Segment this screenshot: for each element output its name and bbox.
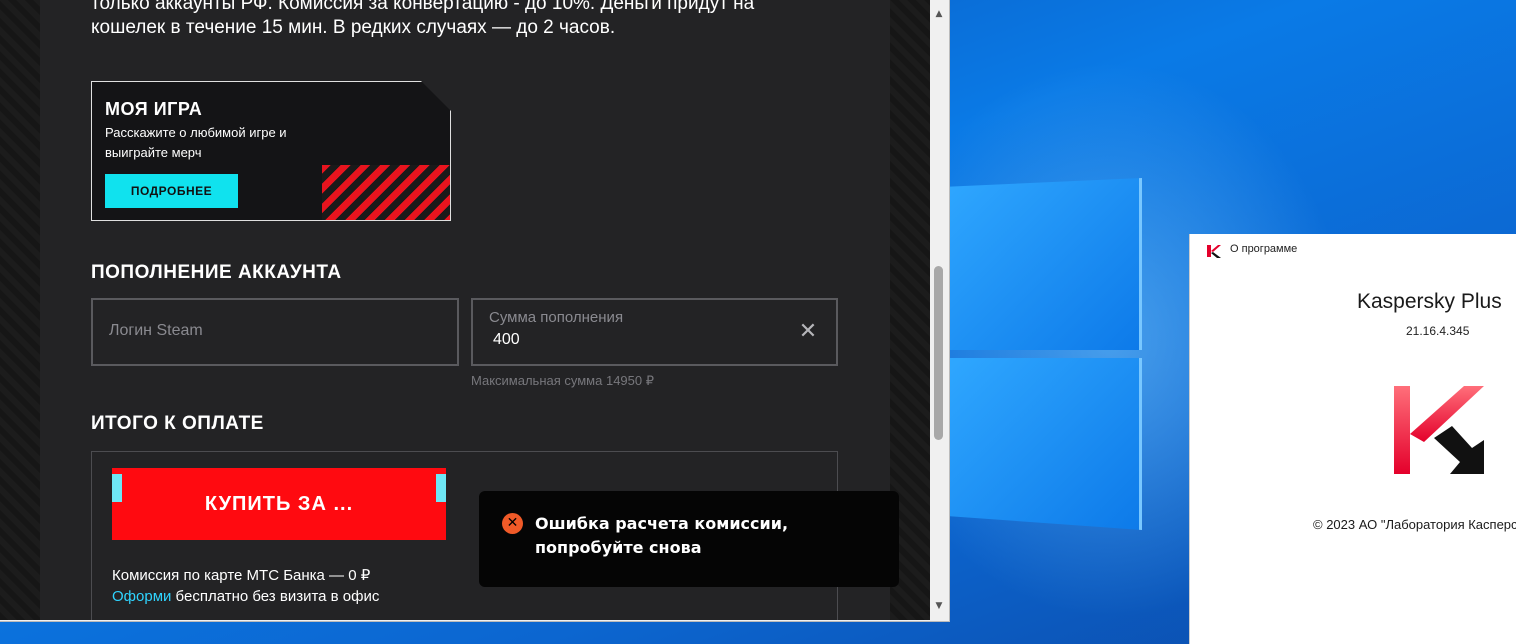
banner-text: Расскажите о любимой игре и выиграйте ме… xyxy=(105,125,287,160)
card-signup-text: Оформи бесплатно без визита в офис xyxy=(112,588,379,605)
scroll-down-icon[interactable]: ▼ xyxy=(933,600,945,612)
page-scrollbar[interactable]: ▲ ▼ xyxy=(930,0,948,620)
error-icon: ✕ xyxy=(502,513,523,534)
error-message: Ошибка расчета комиссии, попробуйте снов… xyxy=(535,514,789,557)
product-version: 21.16.4.345 xyxy=(1406,324,1470,338)
banner-stripes-decoration xyxy=(322,165,450,220)
clear-icon[interactable]: ✕ xyxy=(798,321,818,343)
about-window-title: О программе xyxy=(1230,243,1298,255)
kaspersky-small-logo-icon xyxy=(1207,245,1221,258)
more-info-button[interactable]: ПОДРОБНЕЕ xyxy=(105,174,238,208)
card-signup-rest: бесплатно без визита в офис xyxy=(171,588,380,605)
product-name: Kaspersky Plus xyxy=(1357,290,1502,313)
kaspersky-logo-icon xyxy=(1394,386,1484,474)
error-toast: ✕ Ошибка расчета комиссии, попробуйте сн… xyxy=(479,491,899,587)
buy-button-corner-left xyxy=(112,474,122,502)
buy-button[interactable]: КУПИТЬ ЗА ... xyxy=(112,468,446,540)
intro-text: только аккаунты РФ. Комиссия за конверта… xyxy=(91,0,755,38)
total-section-title: ИТОГО К ОПЛАТЕ xyxy=(91,413,264,434)
kaspersky-about-window: О программе Kaspersky Plus 21.16.4.345 ©… xyxy=(1189,234,1516,644)
promo-banner[interactable]: МОЯ ИГРА Расскажите о любимой игре и выи… xyxy=(91,81,451,221)
windows-logo-pane-bottom xyxy=(950,358,1142,530)
amount-field-label: Сумма пополнения xyxy=(489,309,624,326)
buy-button-corner-right xyxy=(436,474,446,502)
topup-section-title: ПОПОЛНЕНИЕ АККАУНТА xyxy=(91,262,342,283)
steam-login-input[interactable] xyxy=(109,322,439,340)
commission-text: Комиссия по карте МТС Банка — 0 ₽ xyxy=(112,567,371,584)
windows-logo-pane-top xyxy=(950,178,1142,350)
scroll-up-icon[interactable]: ▲ xyxy=(933,8,945,20)
steam-login-field[interactable] xyxy=(91,298,459,366)
copyright-text: © 2023 АО "Лаборатория Касперского" xyxy=(1313,517,1516,532)
card-signup-link[interactable]: Оформи xyxy=(112,588,171,605)
amount-field[interactable]: Сумма пополнения ✕ xyxy=(471,298,838,366)
max-amount-hint: Максимальная сумма 14950 ₽ xyxy=(471,373,654,388)
scroll-thumb[interactable] xyxy=(934,266,943,440)
amount-input[interactable] xyxy=(493,331,773,349)
banner-title: МОЯ ИГРА xyxy=(105,99,203,119)
